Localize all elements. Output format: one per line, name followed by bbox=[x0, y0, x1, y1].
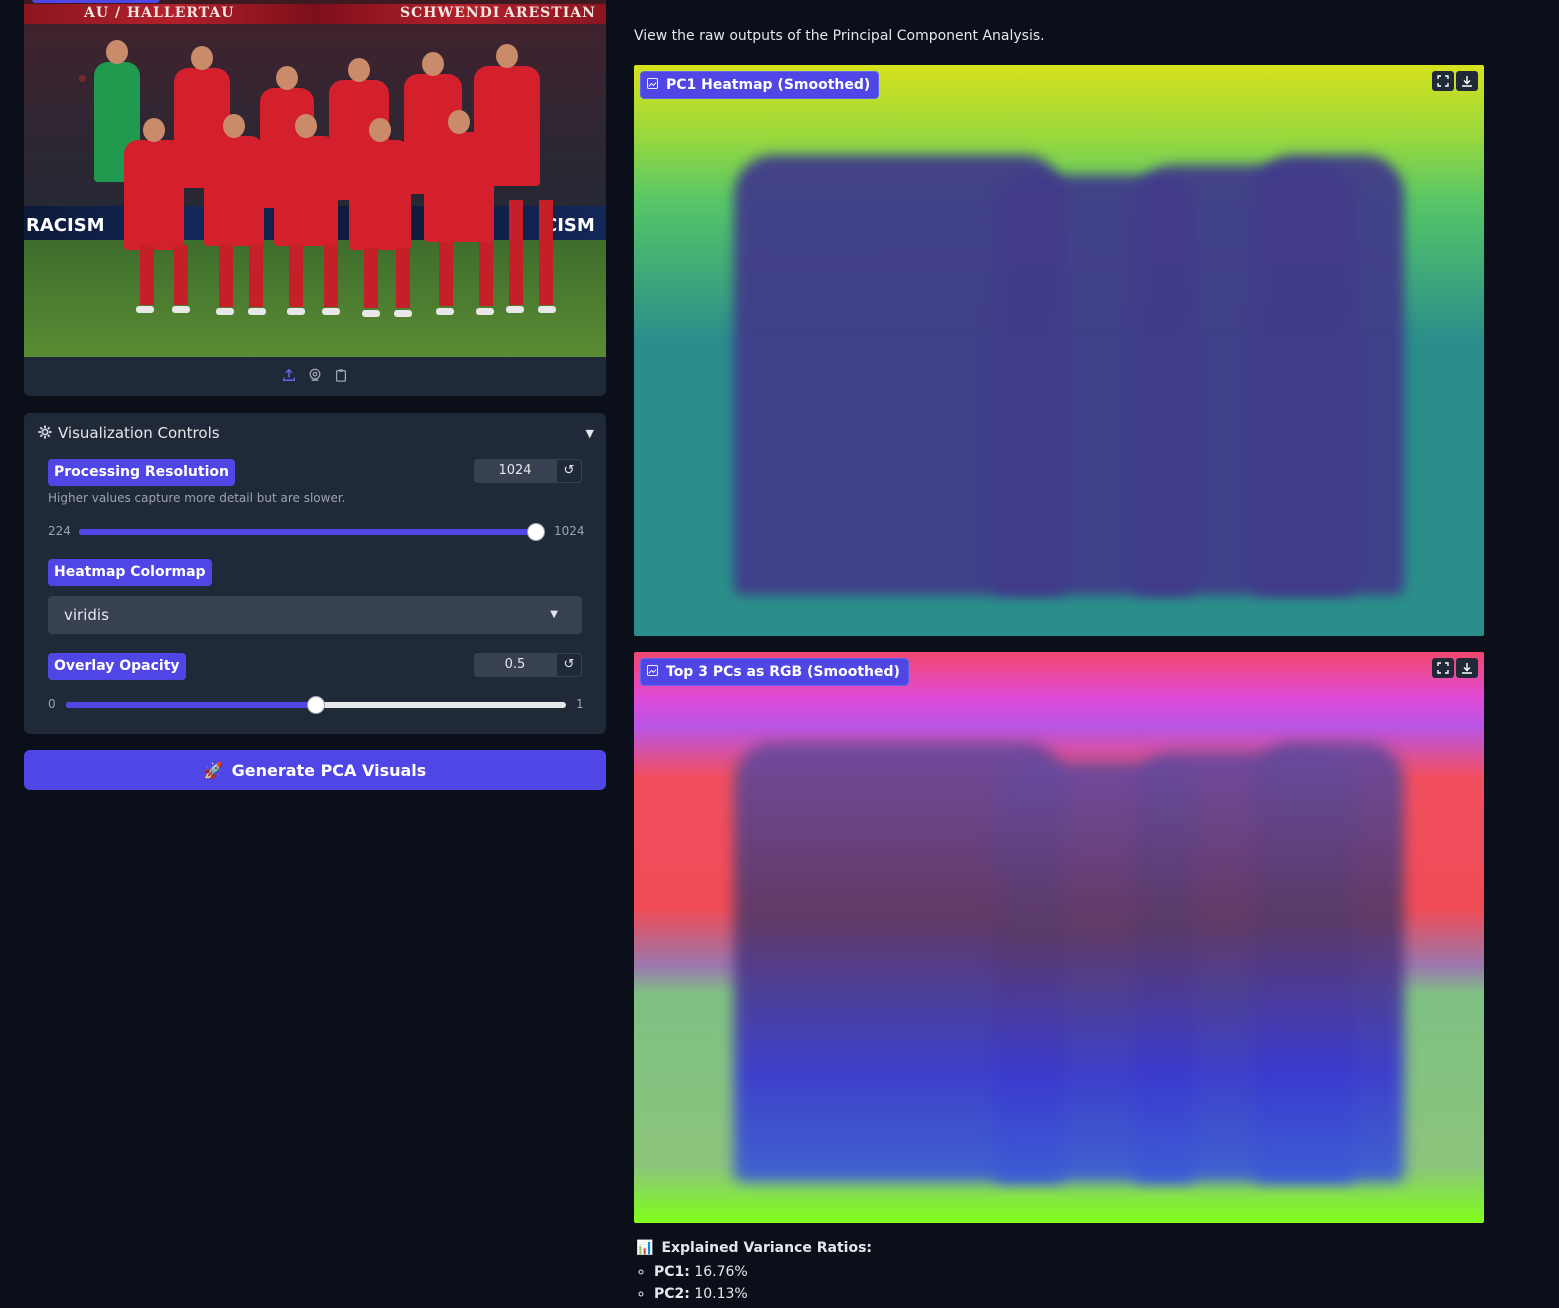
player-figure bbox=[349, 118, 411, 250]
clipboard-icon[interactable] bbox=[334, 367, 348, 386]
image-icon bbox=[647, 77, 658, 93]
resolution-number-input[interactable]: 1024 bbox=[474, 459, 556, 483]
fullscreen-icon[interactable] bbox=[1432, 71, 1454, 91]
resolution-slider-thumb[interactable] bbox=[527, 523, 545, 541]
resolution-slider[interactable] bbox=[79, 523, 545, 541]
gear-icon bbox=[38, 424, 52, 443]
opacity-slider-fill bbox=[66, 702, 316, 708]
player-figure bbox=[204, 114, 264, 246]
opacity-min-label: 0 bbox=[48, 697, 56, 711]
rgb-title: Top 3 PCs as RGB (Smoothed) bbox=[666, 664, 900, 680]
download-icon[interactable] bbox=[1456, 71, 1478, 91]
resolution-label: Processing Resolution bbox=[48, 459, 235, 486]
player-figure bbox=[124, 118, 184, 250]
banner-text-mid: SCHWENDI bbox=[400, 5, 501, 21]
upload-icon[interactable] bbox=[282, 367, 296, 386]
pc1-heatmap-title: PC1 Heatmap (Smoothed) bbox=[666, 77, 871, 93]
fullscreen-icon[interactable] bbox=[1432, 658, 1454, 678]
download-icon[interactable] bbox=[1456, 658, 1478, 678]
explained-variance-section: 📊 Explained Variance Ratios: PC1: 16.76%… bbox=[636, 1240, 872, 1308]
rgb-actions bbox=[1432, 658, 1478, 678]
dropdown-caret-icon: ▼ bbox=[550, 609, 558, 620]
list-item: PC1: 16.76% bbox=[654, 1264, 872, 1280]
board-text-left: RACISM bbox=[26, 215, 105, 236]
generate-pca-button[interactable]: 🚀 Generate PCA Visuals bbox=[24, 750, 606, 790]
opacity-slider[interactable] bbox=[66, 696, 566, 714]
resolution-slider-fill bbox=[79, 529, 536, 535]
pc1-actions bbox=[1432, 71, 1478, 91]
rgb-label: Top 3 PCs as RGB (Smoothed) bbox=[640, 658, 909, 686]
player-figure bbox=[274, 114, 338, 246]
variance-list: PC1: 16.76% PC2: 10.13% bbox=[636, 1264, 872, 1302]
opacity-slider-thumb[interactable] bbox=[307, 696, 325, 714]
visualization-controls-panel: Visualization Controls ▼ Processing Reso… bbox=[24, 413, 606, 734]
caret-down-icon[interactable]: ▼ bbox=[586, 427, 594, 440]
webcam-icon[interactable] bbox=[308, 367, 322, 386]
results-intro: View the raw outputs of the Principal Co… bbox=[634, 28, 1045, 44]
input-toolbar bbox=[24, 357, 606, 396]
rocket-icon: 🚀 bbox=[203, 760, 224, 780]
input-tab-indicator bbox=[32, 0, 160, 3]
resolution-hint: Higher values capture more detail but ar… bbox=[48, 491, 346, 505]
resolution-reset-button[interactable]: ↺ bbox=[556, 459, 582, 483]
generate-button-label: Generate PCA Visuals bbox=[231, 760, 427, 780]
colormap-label: Heatmap Colormap bbox=[48, 559, 212, 586]
banner-text-right: ARESTIAN bbox=[504, 5, 596, 21]
resolution-max-label: 1024 bbox=[554, 524, 585, 538]
input-photo: AU / HALLERTAU SCHWENDI ARESTIAN RACISM … bbox=[24, 0, 606, 357]
pc1-heatmap-label: PC1 Heatmap (Smoothed) bbox=[640, 71, 880, 99]
controls-accordion-header[interactable]: Visualization Controls ▼ bbox=[38, 423, 594, 443]
controls-title: Visualization Controls bbox=[58, 424, 220, 442]
banner-text-left: AU / HALLERTAU bbox=[84, 5, 235, 21]
colormap-dropdown[interactable]: viridis ▼ bbox=[48, 596, 582, 634]
resolution-min-label: 224 bbox=[48, 524, 71, 538]
image-icon bbox=[647, 664, 658, 680]
colormap-selected-value: viridis bbox=[64, 606, 109, 624]
opacity-number-input[interactable]: 0.5 bbox=[474, 653, 556, 677]
opacity-max-label: 1 bbox=[576, 697, 584, 711]
bar-chart-icon: 📊 bbox=[636, 1240, 654, 1256]
list-item: PC2: 10.13% bbox=[654, 1286, 872, 1302]
top3-pcs-rgb-image: Top 3 PCs as RGB (Smoothed) bbox=[634, 652, 1484, 1223]
opacity-reset-button[interactable]: ↺ bbox=[556, 653, 582, 677]
opacity-label: Overlay Opacity bbox=[48, 653, 186, 680]
input-image-panel[interactable]: AU / HALLERTAU SCHWENDI ARESTIAN RACISM … bbox=[24, 0, 606, 396]
pc1-heatmap-image: PC1 Heatmap (Smoothed) bbox=[634, 65, 1484, 636]
variance-heading: 📊 Explained Variance Ratios: bbox=[636, 1240, 872, 1256]
variance-title: Explained Variance Ratios: bbox=[661, 1240, 873, 1256]
player-figure bbox=[424, 110, 494, 242]
